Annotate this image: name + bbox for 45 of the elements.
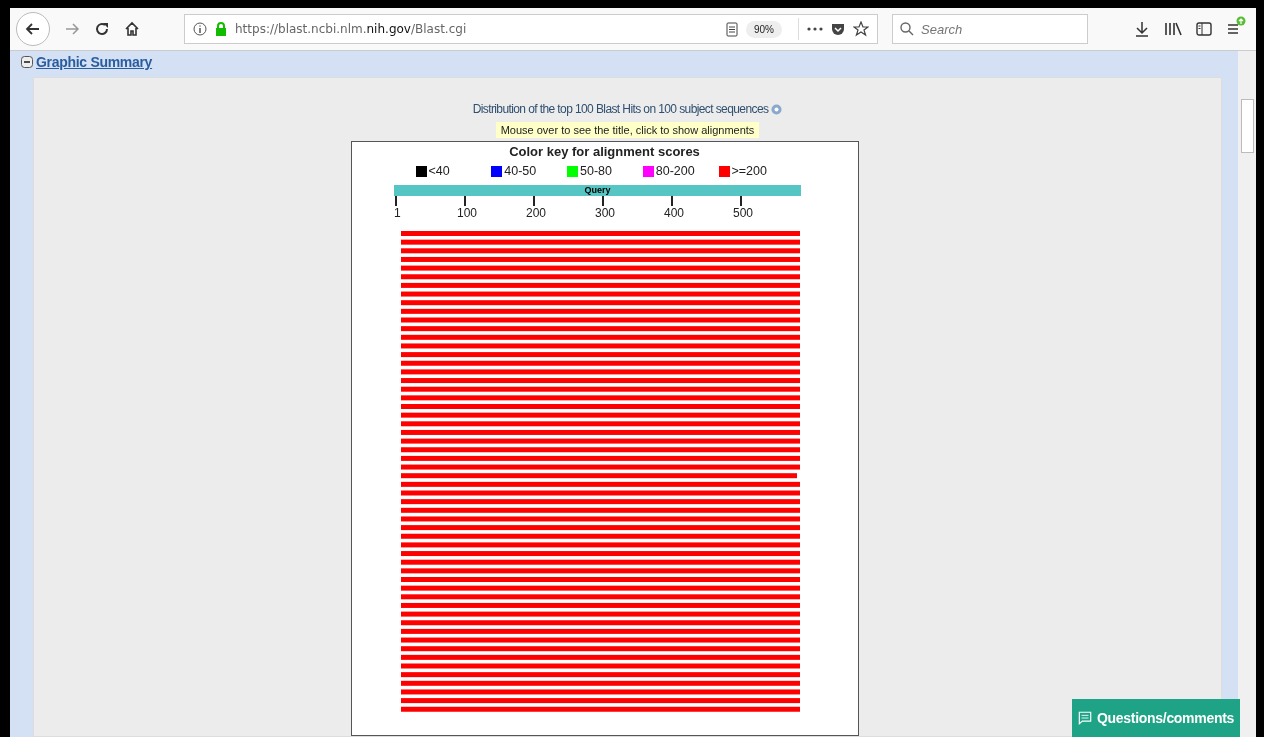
reader-view-icon[interactable] — [726, 21, 738, 37]
download-icon[interactable] — [1134, 21, 1150, 37]
legend-label: 50-80 — [580, 164, 612, 178]
comment-icon — [1078, 710, 1093, 726]
menu-icon[interactable] — [1226, 16, 1246, 36]
collapse-icon[interactable] — [21, 56, 33, 68]
tick-label: 500 — [733, 206, 753, 220]
url-text: https://blast.ncbi.nlm.nih.gov/Blast.cgi — [235, 22, 467, 36]
reload-icon[interactable] — [94, 21, 110, 37]
lock-icon — [215, 22, 227, 36]
star-icon[interactable] — [853, 21, 869, 37]
forward-icon[interactable] — [64, 21, 80, 37]
home-icon[interactable] — [124, 21, 140, 37]
tick-mark — [464, 196, 466, 206]
legend-label: 40-50 — [504, 164, 537, 178]
tick-label: 1 — [394, 206, 401, 220]
search-field[interactable]: Search — [892, 14, 1088, 44]
tick-mark — [602, 196, 604, 206]
section-title-link[interactable]: Graphic Summary — [36, 54, 153, 70]
legend-label: <40 — [428, 164, 450, 178]
summary-heading: Distribution of the top 100 Blast Hits on 100 subject sequences — [472, 102, 769, 116]
hit-bars-drawing[interactable] — [400, 231, 801, 715]
query-bar: Query — [394, 185, 801, 196]
legend-label: 80-200 — [655, 164, 695, 178]
sidebar-icon[interactable] — [1196, 21, 1212, 37]
library-icon[interactable] — [1164, 21, 1182, 37]
zoom-level-button[interactable]: 90% — [746, 20, 782, 38]
tick-mark — [533, 196, 535, 206]
tick-mark — [671, 196, 673, 206]
info-icon[interactable] — [193, 22, 207, 36]
tick-label: 100 — [457, 206, 477, 220]
pocket-icon[interactable] — [831, 22, 845, 36]
address-bar[interactable]: https://blast.ncbi.nlm.nih.gov/Blast.cgi 90% — [184, 14, 878, 44]
more-icon[interactable] — [807, 27, 823, 31]
tick-label: 300 — [595, 206, 615, 220]
tick-mark — [395, 196, 397, 206]
scrollbar[interactable] — [1238, 51, 1256, 737]
hint-text: Mouse over to see the title, click to show alignments — [495, 122, 760, 138]
legend-label: >=200 — [731, 164, 767, 178]
back-button[interactable] — [16, 12, 50, 46]
tick-label: 200 — [526, 206, 546, 220]
tick-label: 400 — [664, 206, 684, 220]
search-icon — [900, 22, 914, 36]
color-key-title: Color key for alignment scores — [509, 144, 700, 159]
tick-mark — [740, 196, 742, 206]
